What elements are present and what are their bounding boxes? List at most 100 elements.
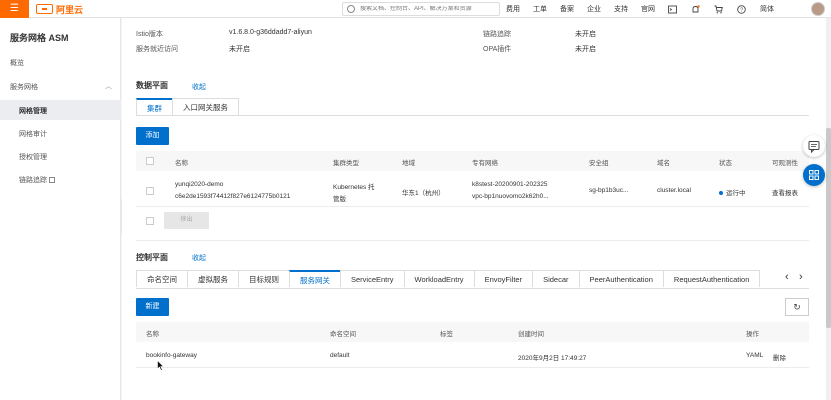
tab-workload-entry[interactable]: WorkloadEntry [403,270,475,287]
col-observability: 可观测性 [772,160,798,167]
cluster-type-line2: 管版 [333,196,346,203]
sidebar-title: 服务网格 ASM [10,33,69,43]
new-gateway-button[interactable]: 新建 [136,298,169,316]
language-switch[interactable]: 简体 [760,4,774,14]
main-content: Istio版本 v1.6.8.0-g36ddadd7-aliyun 服务就近访问… [122,18,826,400]
remove-button[interactable]: 移出 [164,212,209,229]
data-plane-collapse[interactable]: 收起 [192,82,206,92]
cluster-region: 华东1（杭州） [402,190,445,197]
nav-official[interactable]: 官网 [641,4,655,14]
col-cluster-type: 集群类型 [333,160,359,167]
istio-version-value: v1.6.8.0-g36ddadd7-aliyun [229,29,312,36]
terminal-icon[interactable] [668,5,677,14]
tracing-value: 未开启 [575,31,596,38]
col-domain: 域名 [657,160,670,167]
global-search[interactable] [342,2,500,16]
tab-peer-authentication[interactable]: PeerAuthentication [578,270,664,287]
control-plane-title: 控制平面 [136,253,168,262]
cluster-domain: cluster.local [657,187,691,194]
sidebar-item-service-mesh[interactable]: 服务网格 [10,82,38,92]
chevron-left-icon[interactable]: ‹ [785,271,789,283]
view-report-link[interactable]: 查看报表 [772,187,798,197]
refresh-button[interactable]: ↻ [785,298,809,316]
chat-icon [808,141,820,154]
tab-sidecar[interactable]: Sidecar [532,270,580,287]
tab-namespace[interactable]: 命名空间 [136,270,188,287]
footer-checkbox[interactable] [146,217,154,225]
control-plane-collapse[interactable]: 收起 [192,253,206,263]
gw-col-namespace: 命名空间 [330,331,356,338]
chevron-up-icon[interactable]: ︿ [105,81,112,91]
cluster-type-line1: Kubernetes 托 [333,184,375,191]
gw-col-name: 名称 [146,331,159,338]
section-divider [136,240,809,241]
top-bar: ☰ 阿里云 费用 工单 备案 企业 支持 官网 ? 简体 [0,0,831,18]
nav-support[interactable]: 支持 [614,4,628,14]
row-checkbox[interactable] [146,187,154,195]
page-scrollbar[interactable] [826,18,831,400]
logo-mark-icon [36,4,53,14]
delete-link[interactable]: 删除 [773,352,786,362]
sidebar-item-tracing-label: 链路追踪 [19,177,47,184]
nav-billing[interactable]: 费用 [506,4,520,14]
col-security-group: 安全组 [589,160,609,167]
tab-virtual-service[interactable]: 虚拟服务 [187,270,239,287]
gateway-name: bookinfo-gateway [146,352,197,359]
tab-destination-rule[interactable]: 目标规则 [238,270,290,287]
status-text: 运行中 [726,190,746,197]
nav-icp[interactable]: 备案 [560,4,574,14]
select-all-checkbox[interactable] [146,157,154,165]
help-icon[interactable]: ? [737,4,746,14]
cart-icon[interactable] [714,5,723,14]
data-plane-title: 数据平面 [136,81,168,90]
sidebar-item-authorization[interactable]: 授权管理 [19,152,47,162]
refresh-icon: ↻ [793,302,801,312]
tab-envoy-filter[interactable]: EnvoyFilter [473,270,534,287]
gateway-created-time: 2020年9月2日 17:49:27 [518,355,587,362]
gateway-namespace: default [330,352,350,359]
tab-request-authentication[interactable]: RequestAuthentication [662,270,761,287]
mouse-cursor-icon [157,360,164,371]
row-divider [136,206,809,207]
tab-service-entry[interactable]: ServiceEntry [340,270,405,287]
gateway-row-divider [136,367,809,368]
col-vpc: 专有网络 [472,160,498,167]
avatar[interactable] [811,2,825,16]
sidebar-item-overview[interactable]: 概览 [10,58,24,68]
feedback-fab[interactable] [803,135,825,157]
control-plane-tabs: 命名空间 虚拟服务 目标规则 服务网关 ServiceEntry Workloa… [136,270,809,289]
aliyun-logo[interactable]: 阿里云 [36,3,83,15]
chevron-right-icon[interactable]: › [799,271,803,283]
tab-ingress-gateway[interactable]: 入口网关服务 [172,98,239,115]
svg-text:?: ? [740,7,743,13]
nav-enterprise[interactable]: 企业 [587,4,601,14]
yaml-link[interactable]: YAML [746,352,763,359]
gw-col-created: 创建时间 [518,331,544,338]
col-region: 地域 [402,160,415,167]
cluster-status: 运行中 [719,187,746,197]
search-input[interactable] [360,6,490,12]
gw-col-actions: 操作 [746,331,759,338]
tab-clusters[interactable]: 集群 [136,98,173,115]
add-cluster-button[interactable]: 添加 [136,127,169,145]
search-icon [347,5,355,13]
vpc-name-link[interactable]: k8stest-20200901-202325 [472,181,548,188]
nav-ticket[interactable]: 工单 [533,4,547,14]
istio-version-label: Istio版本 [136,31,163,38]
tab-gateway[interactable]: 服务网关 [289,270,341,287]
gateway-table-header [136,322,809,342]
sidebar-item-tracing[interactable]: 链路追踪 [19,175,55,185]
top-nav: 费用 工单 备案 企业 支持 官网 ? 简体 [506,0,787,18]
cluster-name-link[interactable]: yunqi2020-demo [175,181,223,188]
external-link-icon [48,177,55,184]
cluster-id: c6e2de1593f74412f827e6124775b0121 [175,193,291,200]
sidebar-item-mesh-management[interactable]: 网格管理 [19,106,47,116]
scrollbar-thumb[interactable] [826,128,831,328]
menu-icon[interactable]: ☰ [0,0,29,18]
apps-fab[interactable] [803,164,825,186]
vpc-id: vpc-bp1nuovomo2k62h0... [472,193,549,200]
bell-icon[interactable] [691,4,700,14]
security-group: sg-bp1b3uc... [589,187,629,194]
opa-value: 未开启 [575,46,596,53]
sidebar-item-mesh-audit[interactable]: 网格审计 [19,129,47,139]
